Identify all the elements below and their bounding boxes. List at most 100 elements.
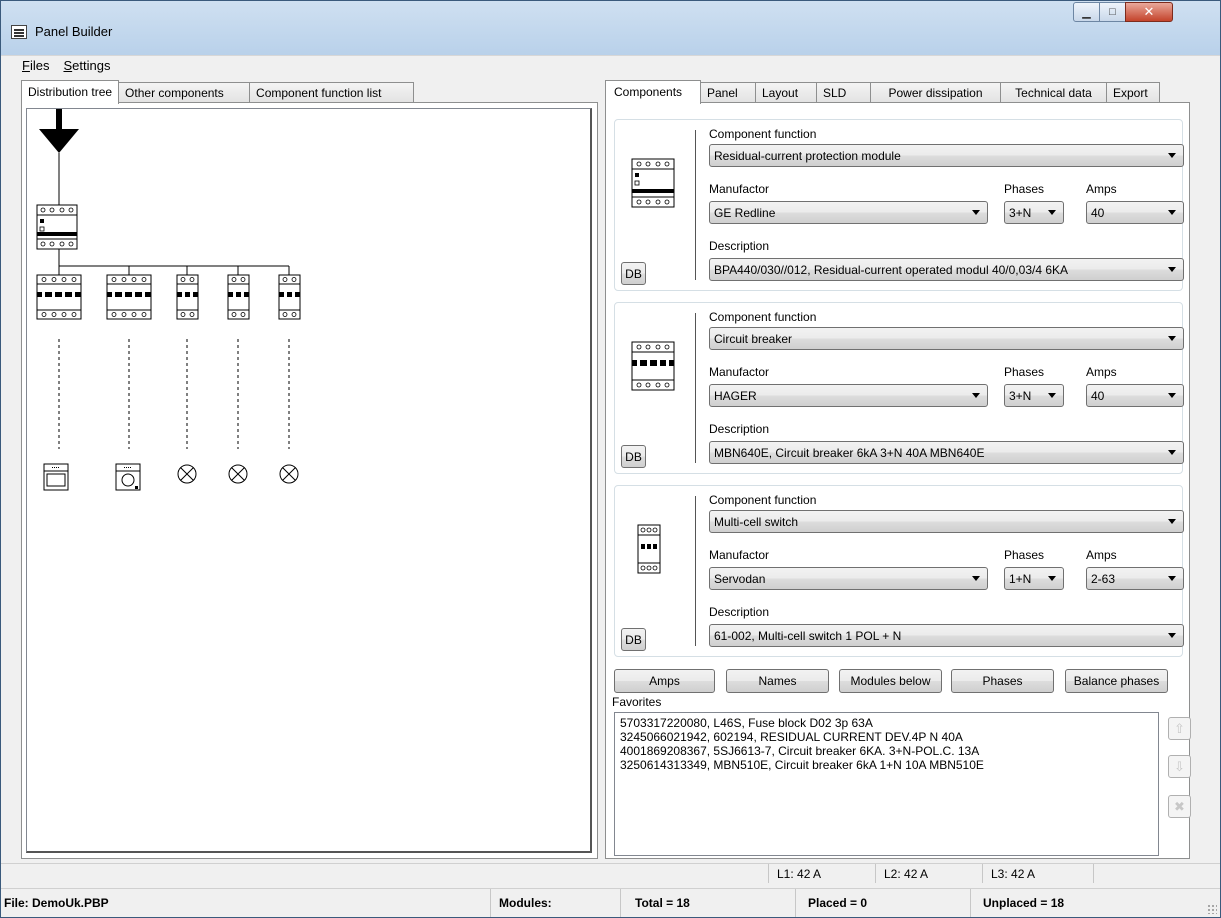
- component-function-select[interactable]: Residual-current protection module: [709, 144, 1184, 167]
- delete-favorite-button[interactable]: ✖: [1168, 795, 1191, 818]
- resize-grip-icon[interactable]: [1207, 904, 1217, 914]
- lamp-icon-3[interactable]: [279, 464, 299, 484]
- tab-power-dissipation[interactable]: Power dissipation: [870, 82, 1001, 103]
- chevron-down-icon: [969, 210, 983, 215]
- distribution-tree-canvas[interactable]: [26, 108, 592, 853]
- breaker-node-4[interactable]: [227, 274, 250, 320]
- phases-select[interactable]: 3+N: [1004, 384, 1064, 407]
- chevron-down-icon: [1165, 267, 1179, 272]
- manufactor-label: Manufactor: [709, 182, 770, 196]
- component-function-select[interactable]: Multi-cell switch: [709, 510, 1184, 533]
- maximize-button[interactable]: □: [1099, 2, 1126, 22]
- chevron-down-icon: [1165, 576, 1179, 581]
- chevron-down-icon: [1165, 633, 1179, 638]
- list-item[interactable]: 4001869208367, 5SJ6613-7, Circuit breake…: [620, 744, 1153, 758]
- favorites-list[interactable]: 5703317220080, L46S, Fuse block D02 3p 6…: [614, 712, 1159, 856]
- favorites-label: Favorites: [612, 695, 662, 709]
- power-supply-icon: [39, 109, 79, 205]
- move-down-button[interactable]: ⇩: [1168, 755, 1191, 778]
- breaker-node-5[interactable]: [278, 274, 301, 320]
- modules-label: Modules:: [491, 889, 621, 917]
- tab-export[interactable]: Export: [1106, 82, 1160, 103]
- amps-select[interactable]: 2-63: [1086, 567, 1184, 590]
- db-button[interactable]: DB: [621, 445, 646, 468]
- total-status: Total = 18: [621, 889, 796, 917]
- names-button[interactable]: Names: [726, 669, 829, 693]
- modules-below-button[interactable]: Modules below: [839, 669, 942, 693]
- load-connectors: [58, 339, 290, 449]
- phases-select[interactable]: 1+N: [1004, 567, 1064, 590]
- tab-component-function-list[interactable]: Component function list: [249, 82, 415, 103]
- phase-l1-status: L1: 42 A: [769, 864, 876, 883]
- multi-cell-switch-icon: [637, 524, 661, 577]
- amps-value: 40: [1091, 388, 1105, 403]
- menu-settings-label: ettings: [72, 58, 111, 73]
- menu-files[interactable]: Files: [22, 58, 49, 73]
- rcd-module-node[interactable]: [36, 204, 78, 250]
- description-label: Description: [709, 422, 770, 436]
- component-group-3: DB Component function Multi-cell switch …: [614, 485, 1184, 657]
- amps-button[interactable]: Amps: [614, 669, 715, 693]
- tab-other-components[interactable]: Other components: [118, 82, 251, 103]
- menu-files-label: iles: [29, 58, 50, 73]
- menu-files-mnemonic: F: [22, 58, 30, 73]
- placed-status: Placed = 0: [796, 889, 971, 917]
- tab-panel[interactable]: Panel: [700, 82, 756, 103]
- window-title: Panel Builder: [35, 24, 113, 39]
- manufactor-select[interactable]: Servodan: [709, 567, 988, 590]
- close-icon: ✕: [1143, 4, 1155, 19]
- lamp-icon-1[interactable]: [177, 464, 197, 484]
- tab-technical-data[interactable]: Technical data: [1000, 82, 1107, 103]
- oven-icon[interactable]: [43, 463, 69, 491]
- description-select[interactable]: BPA440/030//012, Residual-current operat…: [709, 258, 1184, 281]
- chevron-down-icon: [969, 393, 983, 398]
- amps-select[interactable]: 40: [1086, 201, 1184, 224]
- db-button[interactable]: DB: [621, 628, 646, 651]
- component-function-value: Circuit breaker: [714, 331, 793, 346]
- manufactor-select[interactable]: HAGER: [709, 384, 988, 407]
- rcd-module-icon: [631, 158, 675, 211]
- description-value: BPA440/030//012, Residual-current operat…: [714, 262, 1069, 277]
- file-status: File: DemoUk.PBP: [1, 889, 491, 917]
- list-item[interactable]: 3250614313349, MBN510E, Circuit breaker …: [620, 758, 1153, 772]
- status-bar: File: DemoUk.PBP Modules: Total = 18 Pla…: [1, 888, 1220, 917]
- list-item[interactable]: 3245066021942, 602194, RESIDUAL CURRENT …: [620, 730, 1153, 744]
- chevron-down-icon: [1045, 393, 1059, 398]
- amps-select[interactable]: 40: [1086, 384, 1184, 407]
- manufactor-select[interactable]: GE Redline: [709, 201, 988, 224]
- chevron-down-icon: [1165, 210, 1179, 215]
- tab-components[interactable]: Components: [605, 80, 701, 104]
- component-function-value: Residual-current protection module: [714, 148, 901, 163]
- breaker-node-3[interactable]: [176, 274, 199, 320]
- description-value: 61-002, Multi-cell switch 1 POL + N: [714, 628, 902, 643]
- amps-label: Amps: [1086, 182, 1117, 196]
- db-button[interactable]: DB: [621, 262, 646, 285]
- close-button[interactable]: ✕: [1125, 2, 1173, 22]
- phases-select[interactable]: 3+N: [1004, 201, 1064, 224]
- menu-settings[interactable]: Settings: [63, 58, 110, 73]
- washing-machine-icon[interactable]: [115, 463, 141, 491]
- minimize-button[interactable]: ▁: [1073, 2, 1100, 22]
- distribution-tree-page: [21, 102, 598, 859]
- title-bar[interactable]: Panel Builder ▁ □ ✕: [1, 1, 1220, 55]
- distribution-tree-diagram: [36, 109, 301, 491]
- description-select[interactable]: MBN640E, Circuit breaker 6kA 3+N 40A MBN…: [709, 441, 1184, 464]
- manufactor-value: GE Redline: [714, 205, 776, 220]
- circuit-breaker-icon: [631, 341, 675, 394]
- tab-sld[interactable]: SLD: [816, 82, 871, 103]
- minimize-icon: ▁: [1082, 6, 1091, 19]
- manufactor-value: HAGER: [714, 388, 757, 403]
- component-function-select[interactable]: Circuit breaker: [709, 327, 1184, 350]
- phases-button[interactable]: Phases: [951, 669, 1054, 693]
- description-select[interactable]: 61-002, Multi-cell switch 1 POL + N: [709, 624, 1184, 647]
- breaker-node-1[interactable]: [36, 274, 82, 320]
- tab-distribution-tree[interactable]: Distribution tree: [21, 80, 120, 104]
- chevron-down-icon: [969, 576, 983, 581]
- unplaced-status: Unplaced = 18: [983, 896, 1065, 910]
- tab-layout[interactable]: Layout: [755, 82, 817, 103]
- breaker-node-2[interactable]: [106, 274, 152, 320]
- lamp-icon-2[interactable]: [228, 464, 248, 484]
- balance-phases-button[interactable]: Balance phases: [1065, 669, 1168, 693]
- move-up-button[interactable]: ⇧: [1168, 717, 1191, 740]
- list-item[interactable]: 5703317220080, L46S, Fuse block D02 3p 6…: [620, 716, 1153, 730]
